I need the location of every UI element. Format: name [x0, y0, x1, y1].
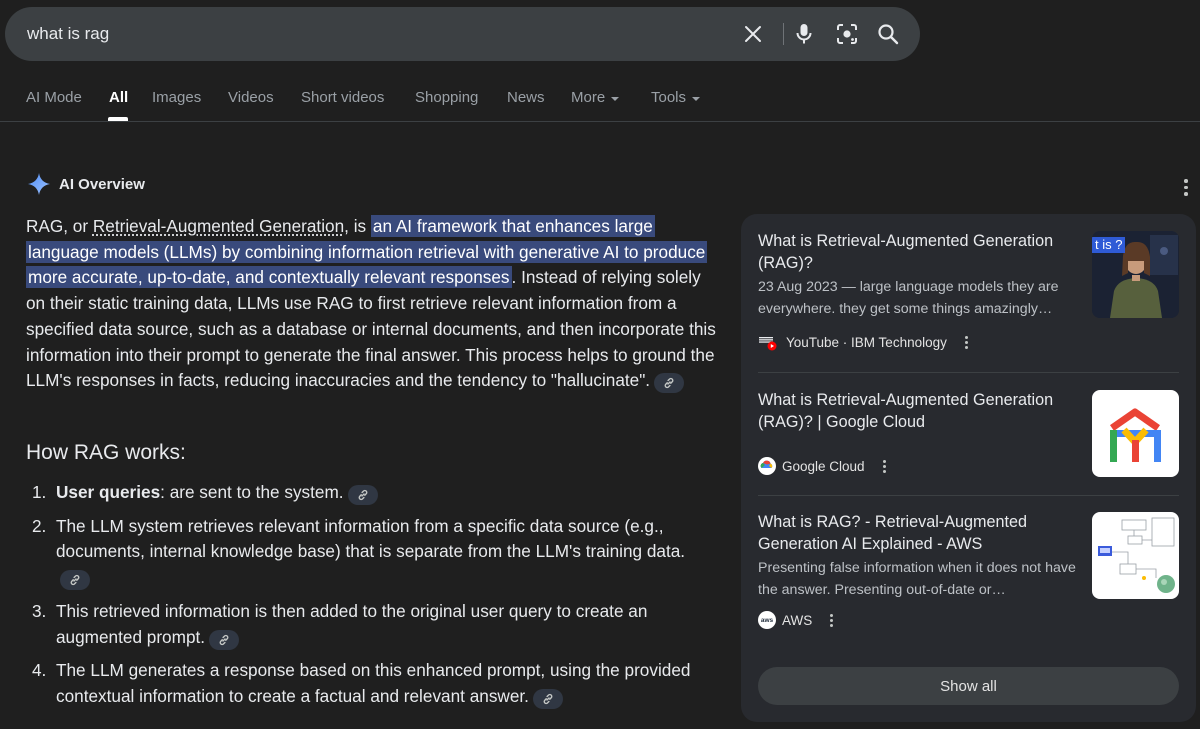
how-rag-works-heading: How RAG works:: [26, 441, 186, 464]
divider: [758, 372, 1179, 373]
search-tabs: AI Mode All Images Videos Short videos S…: [0, 76, 1200, 122]
show-all-button[interactable]: Show all: [758, 667, 1179, 705]
tab-shopping[interactable]: Shopping: [415, 89, 478, 106]
chevron-down-icon: [611, 96, 620, 101]
step-number: 4.: [32, 660, 47, 681]
step-text: This retrieved information is then added…: [56, 600, 648, 647]
source-snippet: Presenting false information when it doe…: [758, 560, 1076, 598]
aws-icon: aws: [758, 611, 776, 629]
tab-short-videos[interactable]: Short videos: [301, 89, 384, 106]
tab-images[interactable]: Images: [152, 89, 201, 106]
google-cloud-icon: [758, 457, 776, 475]
tab-ai-mode[interactable]: AI Mode: [26, 89, 82, 106]
source-thumbnail[interactable]: [1092, 512, 1179, 599]
list-item: 4. The LLM generates a response based on…: [26, 658, 716, 709]
link-icon: [219, 634, 229, 645]
source-title[interactable]: What is Retrieval-Augmented Generation (…: [758, 390, 1078, 433]
source-title[interactable]: What is RAG? - Retrieval-Augmented Gener…: [758, 512, 1078, 555]
summary-prefix: RAG, or: [26, 216, 93, 236]
tab-tools-label: Tools: [651, 89, 687, 106]
active-tab-indicator: [108, 117, 128, 121]
tab-more[interactable]: More: [571, 89, 620, 106]
source-name: AWS: [782, 612, 813, 628]
tab-more-label: More: [571, 89, 606, 106]
list-item: 1. User queries: are sent to the system.: [26, 480, 716, 506]
link-icon: [664, 378, 674, 389]
source-attribution: aws AWS: [758, 611, 834, 629]
tab-all[interactable]: All: [109, 89, 128, 106]
more-options-icon[interactable]: [830, 613, 834, 627]
term-link[interactable]: Retrieval-Augmented Generation: [93, 216, 344, 236]
more-options-icon[interactable]: [1184, 179, 1188, 196]
divider: [758, 495, 1179, 496]
source-attribution: Google Cloud: [758, 457, 886, 475]
lens-icon[interactable]: [834, 21, 860, 47]
search-divider: [783, 23, 784, 45]
thumb-overlay-text: t is ?: [1092, 237, 1126, 253]
link-icon: [543, 693, 553, 705]
chevron-down-icon: [692, 96, 701, 101]
more-options-icon[interactable]: [882, 459, 886, 473]
citation-link-button[interactable]: [209, 629, 240, 650]
search-bar[interactable]: what is rag: [5, 7, 920, 61]
summary-is: , is: [344, 216, 371, 236]
ai-overview-header: AI Overview: [27, 172, 145, 196]
source-title[interactable]: What is Retrieval-Augmented Generation (…: [758, 231, 1078, 274]
list-item: 3. This retrieved information is then ad…: [26, 599, 716, 650]
list-item: 2. The LLM system retrieves relevant inf…: [26, 514, 716, 591]
link-icon: [70, 575, 80, 586]
steps-list: 1. User queries: are sent to the system.…: [26, 480, 716, 718]
tab-videos[interactable]: Videos: [228, 89, 274, 106]
source-thumbnail[interactable]: [1092, 390, 1179, 477]
step-text: The LLM system retrieves relevant inform…: [56, 515, 686, 562]
source-attribution: YouTube · IBM Technology: [758, 333, 968, 351]
ai-overview-title: AI Overview: [59, 175, 145, 193]
more-options-icon[interactable]: [964, 335, 968, 349]
step-text: : are sent to the system.: [160, 482, 344, 502]
video-thumbnail[interactable]: t is ?: [1092, 231, 1179, 318]
citation-link-button[interactable]: [654, 373, 685, 394]
microphone-icon[interactable]: [791, 21, 817, 47]
clear-icon[interactable]: [740, 21, 766, 47]
gemini-sparkle-icon: [28, 173, 50, 195]
step-number: 1.: [32, 482, 47, 502]
step-bold: User queries: [56, 482, 161, 502]
source-name: Google Cloud: [782, 458, 865, 474]
search-input[interactable]: what is rag: [27, 24, 109, 44]
search-icon[interactable]: [875, 21, 901, 47]
step-number: 2.: [32, 515, 47, 536]
source-snippet: 23 Aug 2023 — large language models they…: [758, 279, 1059, 317]
source-name: YouTube · IBM Technology: [786, 334, 947, 350]
citation-link-button[interactable]: [347, 485, 378, 505]
ai-overview-summary: RAG, or Retrieval-Augmented Generation, …: [26, 214, 716, 394]
step-number: 3.: [32, 600, 47, 621]
tab-tools[interactable]: Tools: [651, 89, 701, 106]
ibm-youtube-icon: [758, 333, 780, 351]
tab-news[interactable]: News: [507, 89, 545, 106]
citation-link-button[interactable]: [60, 570, 90, 591]
citation-link-button[interactable]: [532, 688, 563, 709]
sources-panel: What is Retrieval-Augmented Generation (…: [741, 214, 1196, 722]
link-icon: [358, 489, 367, 501]
step-text: The LLM generates a response based on th…: [56, 660, 691, 706]
